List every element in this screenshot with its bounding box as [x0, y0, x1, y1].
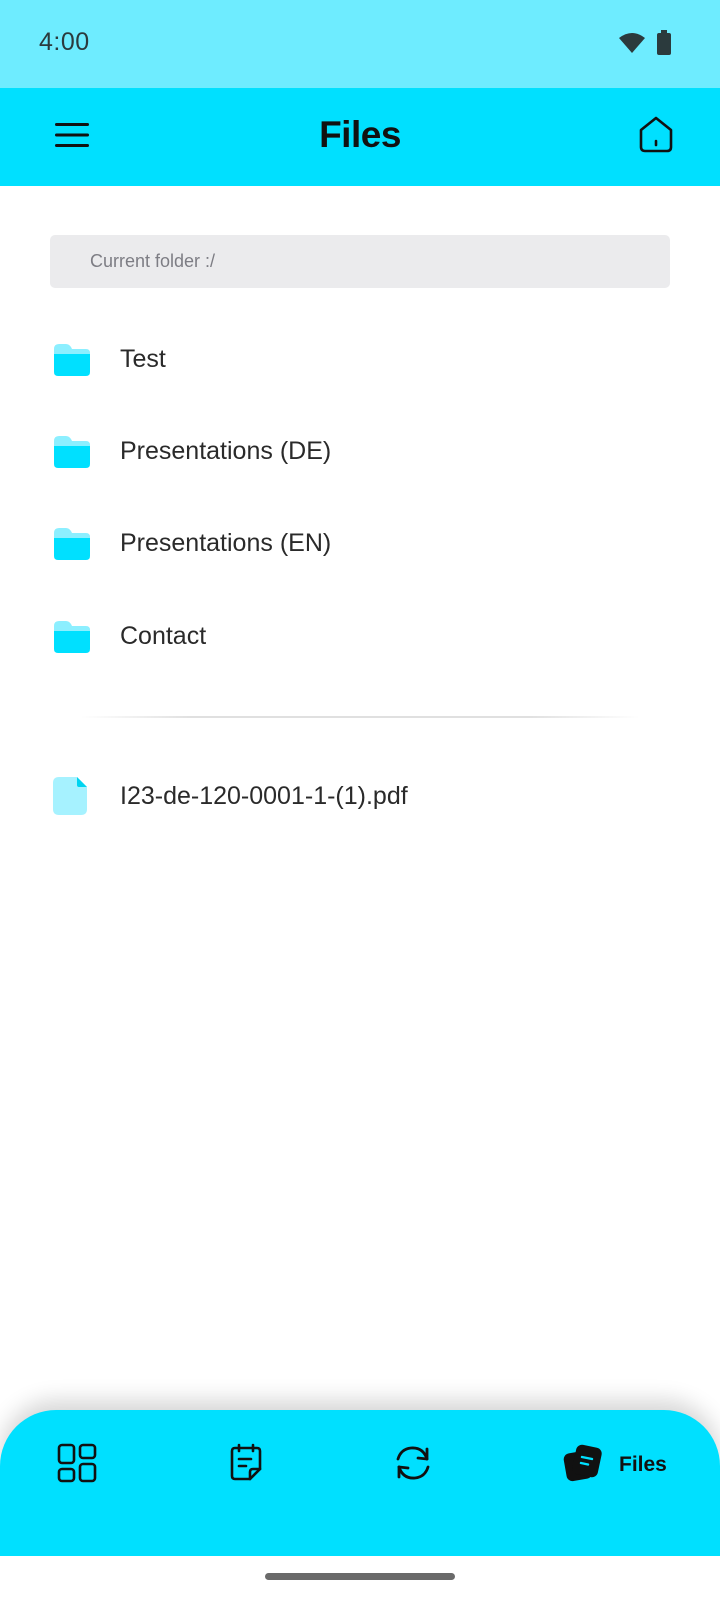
- folder-name: Contact: [120, 621, 207, 650]
- file-item-pdf[interactable]: I23-de-120-0001-1-(1).pdf: [0, 756, 720, 836]
- bottom-nav: Files: [0, 1410, 720, 1556]
- nav-sync[interactable]: [393, 1440, 433, 1490]
- page-title: Files: [319, 114, 401, 155]
- nav-files-label: Files: [619, 1453, 667, 1476]
- folder-name: Test: [120, 344, 166, 373]
- folder-icon: [53, 617, 91, 655]
- home-gesture-bar[interactable]: [265, 1573, 455, 1580]
- folder-item-presentations-de[interactable]: Presentations (DE): [0, 411, 720, 491]
- nav-notes[interactable]: [226, 1440, 266, 1490]
- folder-item-test[interactable]: Test: [0, 319, 720, 399]
- app-bar: Files: [0, 88, 720, 186]
- folder-name: Presentations (EN): [120, 528, 332, 557]
- file-icon: [53, 777, 91, 815]
- nav-files[interactable]: Files: [563, 1440, 667, 1490]
- notes-icon: [226, 1443, 266, 1488]
- status-time: 4:00: [39, 28, 90, 56]
- gesture-area: [0, 1556, 720, 1600]
- status-icons: [618, 30, 672, 61]
- battery-icon: [656, 30, 672, 61]
- home-icon: [636, 114, 676, 159]
- current-folder-text: Current folder :/: [90, 251, 216, 271]
- folder-icon: [53, 524, 91, 562]
- list-divider: [80, 716, 640, 718]
- home-button[interactable]: [632, 112, 680, 160]
- folder-name: Presentations (DE): [120, 436, 332, 465]
- current-folder-path: Current folder :/: [50, 235, 670, 288]
- sync-icon: [393, 1443, 433, 1488]
- folder-item-presentations-en[interactable]: Presentations (EN): [0, 503, 720, 583]
- folder-item-contact[interactable]: Contact: [0, 596, 720, 676]
- files-icon: [563, 1443, 603, 1488]
- nav-dashboard[interactable]: [57, 1440, 97, 1490]
- folder-icon: [53, 340, 91, 378]
- file-name: I23-de-120-0001-1-(1).pdf: [120, 781, 408, 810]
- status-bar: 4:00: [0, 0, 720, 88]
- dashboard-icon: [57, 1443, 97, 1488]
- folder-icon: [53, 432, 91, 470]
- wifi-icon: [618, 31, 646, 60]
